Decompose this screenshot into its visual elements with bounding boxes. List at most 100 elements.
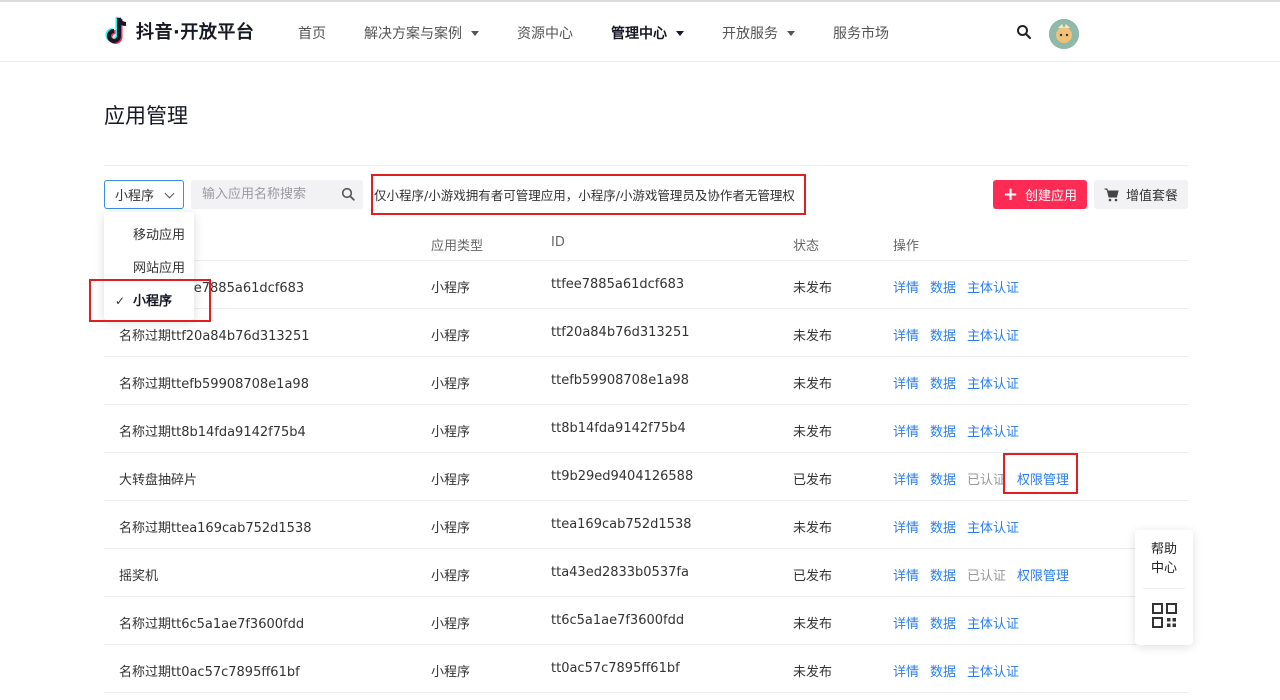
column-header-type: 应用类型 xyxy=(431,239,484,254)
app-name-cell: 名称过期ttefb59908708e1a98 xyxy=(119,377,309,392)
vip-package-button[interactable]: 增值套餐 xyxy=(1094,180,1188,209)
verify-link[interactable]: 主体认证 xyxy=(967,373,1019,392)
app-type-select[interactable]: 小程序 xyxy=(104,180,184,209)
permission-notice-text: 仅小程序/小游戏拥有者可管理应用，小程序/小游戏管理员及协作者无管理权 xyxy=(374,188,795,203)
app-type-cell: 小程序 xyxy=(431,617,471,632)
qr-code-icon[interactable] xyxy=(1152,603,1177,628)
title-divider xyxy=(104,165,1188,166)
permission-manage-link[interactable]: 权限管理 xyxy=(1017,565,1069,584)
search-icon[interactable] xyxy=(341,187,355,201)
app-status-cell: 未发布 xyxy=(793,377,833,392)
data-link[interactable]: 数据 xyxy=(930,613,956,632)
app-search-input[interactable] xyxy=(191,180,336,209)
help-center-line1: 帮助 xyxy=(1150,542,1177,557)
table-row: 名称过期tt6c5a1ae7f3600fdd 小程序 tt6c5a1ae7f3600… xyxy=(104,597,1188,645)
detail-link[interactable]: 详情 xyxy=(893,277,919,296)
search-icon[interactable] xyxy=(1016,24,1032,40)
data-link[interactable]: 数据 xyxy=(930,373,956,392)
app-type-cell: 小程序 xyxy=(431,665,471,680)
help-center-line2: 中心 xyxy=(1150,561,1177,576)
help-center-widget[interactable]: 帮助 中心 xyxy=(1135,530,1193,645)
data-link[interactable]: 数据 xyxy=(930,661,956,680)
verified-label: 已认证 xyxy=(967,569,1007,584)
data-link[interactable]: 数据 xyxy=(930,565,956,584)
app-type-select-value: 小程序 xyxy=(115,189,155,204)
nav-item-3[interactable]: 管理中心 xyxy=(611,23,684,43)
detail-link[interactable]: 详情 xyxy=(893,469,919,488)
nav-item-label: 管理中心 xyxy=(611,26,667,42)
detail-link[interactable]: 详情 xyxy=(893,517,919,536)
create-app-label: 创建应用 xyxy=(1025,189,1078,204)
avatar[interactable] xyxy=(1049,19,1079,49)
nav-item-1[interactable]: 解决方案与案例 xyxy=(364,23,479,43)
app-id-cell: tta43ed2833b0537fa xyxy=(551,565,689,580)
detail-link[interactable]: 详情 xyxy=(893,661,919,680)
app-id-cell: ttfee7885a61dcf683 xyxy=(551,277,685,292)
nav-item-5[interactable]: 服务市场 xyxy=(833,23,889,43)
app-status-cell: 未发布 xyxy=(793,281,833,296)
data-link[interactable]: 数据 xyxy=(930,469,956,488)
dropdown-option-mobile-app[interactable]: 移动应用 xyxy=(133,224,185,243)
app-id-cell: tt6c5a1ae7f3600fdd xyxy=(551,613,685,628)
plus-icon: + xyxy=(1002,183,1019,205)
caret-down-icon xyxy=(787,30,795,36)
data-link[interactable]: 数据 xyxy=(930,325,956,344)
create-app-button[interactable]: + 创建应用 xyxy=(993,180,1087,209)
permission-notice: 仅小程序/小游戏拥有者可管理应用，小程序/小游戏管理员及协作者无管理权 xyxy=(371,174,806,215)
app-id-cell: ttf20a84b76d313251 xyxy=(551,325,690,340)
verify-link[interactable]: 主体认证 xyxy=(967,661,1019,680)
row-actions: 详情 数据 主体认证 xyxy=(893,277,1030,296)
table-row: 名称过期ttea169cab752d1538 小程序 ttea169cab752d1… xyxy=(104,501,1188,549)
brand-logo[interactable]: 抖音·开放平台 xyxy=(104,14,254,48)
verify-link[interactable]: 主体认证 xyxy=(967,277,1019,296)
row-actions: 详情 数据 主体认证 xyxy=(893,661,1030,680)
nav-item-4[interactable]: 开放服务 xyxy=(722,23,795,43)
app-id-cell: tt8b14fda9142f75b4 xyxy=(551,421,686,436)
verify-link[interactable]: 主体认证 xyxy=(967,421,1019,440)
nav-item-label: 开放服务 xyxy=(722,26,778,42)
detail-link[interactable]: 详情 xyxy=(893,373,919,392)
app-id-cell: ttea169cab752d1538 xyxy=(551,517,692,532)
app-status-cell: 未发布 xyxy=(793,617,833,632)
app-id-cell: ttefb59908708e1a98 xyxy=(551,373,689,388)
app-name-cell: 名称过期ttea169cab752d1538 xyxy=(119,521,312,536)
app-name-cell: 摇奖机 xyxy=(119,569,159,584)
help-center-label[interactable]: 帮助 中心 xyxy=(1135,540,1193,578)
row-actions: 详情 数据 主体认证 xyxy=(893,325,1030,344)
verify-link[interactable]: 主体认证 xyxy=(967,325,1019,344)
detail-link[interactable]: 详情 xyxy=(893,565,919,584)
nav-item-2[interactable]: 资源中心 xyxy=(517,23,573,43)
dropdown-option-web-app[interactable]: 网站应用 xyxy=(133,257,185,276)
page-title: 应用管理 xyxy=(104,104,188,128)
cart-icon xyxy=(1104,188,1119,201)
data-link[interactable]: 数据 xyxy=(930,517,956,536)
app-type-cell: 小程序 xyxy=(431,281,471,296)
detail-link[interactable]: 详情 xyxy=(893,613,919,632)
app-type-cell: 小程序 xyxy=(431,521,471,536)
app-id-cell: tt0ac57c7895ff61bf xyxy=(551,661,680,676)
nav-item-0[interactable]: 首页 xyxy=(298,23,326,43)
row-actions: 详情 数据 主体认证 xyxy=(893,421,1030,440)
app-id-cell: tt9b29ed9404126588 xyxy=(551,469,694,484)
data-link[interactable]: 数据 xyxy=(930,421,956,440)
table-row: 摇奖机 小程序 tta43ed2833b0537fa 已发布 详情 数据 已认证 权限管理 xyxy=(104,549,1188,597)
verify-link[interactable]: 主体认证 xyxy=(967,517,1019,536)
row-actions: 详情 数据 主体认证 xyxy=(893,373,1030,392)
app-status-cell: 未发布 xyxy=(793,329,833,344)
table-row: 名称过期tt0ac57c7895ff61bf 小程序 tt0ac57c7895ff6… xyxy=(104,645,1188,693)
verify-link[interactable]: 主体认证 xyxy=(967,613,1019,632)
nav-item-label: 解决方案与案例 xyxy=(364,26,462,42)
data-link[interactable]: 数据 xyxy=(930,277,956,296)
app-name-cell: 名称过期tt6c5a1ae7f3600fdd xyxy=(119,617,305,632)
douyin-logo-icon xyxy=(105,17,127,44)
verified-label: 已认证 xyxy=(967,473,1007,488)
nav-item-label: 服务市场 xyxy=(833,26,889,42)
app-search-box xyxy=(191,180,363,209)
detail-link[interactable]: 详情 xyxy=(893,421,919,440)
row-actions: 详情 数据 主体认证 xyxy=(893,613,1030,632)
table-row: 名称过期ttfee7885a61dcf683 小程序 ttfee7885a61dcf… xyxy=(104,261,1188,309)
app-status-cell: 未发布 xyxy=(793,521,833,536)
table-row: 名称过期ttf20a84b76d313251 小程序 ttf20a84b76d313… xyxy=(104,309,1188,357)
detail-link[interactable]: 详情 xyxy=(893,325,919,344)
app-name-cell: 名称过期tt0ac57c7895ff61bf xyxy=(119,665,300,680)
